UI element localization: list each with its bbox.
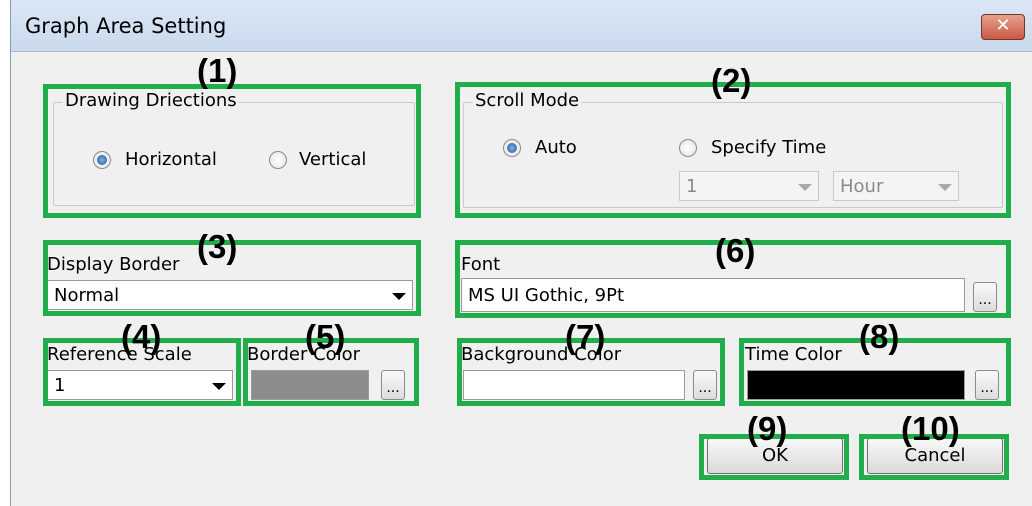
background-color-browse-button[interactable]: ... [693,370,717,400]
callout-number-2: (2) [711,62,752,99]
vertical-radio[interactable] [269,151,287,169]
close-icon: ✕ [995,15,1011,36]
display-border-select[interactable]: Normal [47,280,413,310]
horizontal-label[interactable]: Horizontal [125,149,217,170]
vertical-label[interactable]: Vertical [299,149,366,170]
display-border-value: Normal [54,285,120,306]
graph-area-setting-dialog: Graph Area Setting ✕ Drawing Driections … [10,0,1032,506]
font-browse-button[interactable]: ... [973,282,997,312]
horizontal-radio[interactable] [93,151,111,169]
font-field[interactable]: MS UI Gothic, 9Pt [461,278,965,312]
time-amount-select[interactable]: 1 [679,171,819,201]
reference-scale-value: 1 [54,375,66,396]
specify-time-label[interactable]: Specify Time [711,137,826,158]
auto-label[interactable]: Auto [535,137,577,158]
callout-number-1: (1) [197,52,238,89]
drawing-directions-label: Drawing Driections [63,90,239,111]
callout-number-8: (8) [859,318,900,355]
border-color-swatch [251,370,369,400]
chevron-down-icon [938,184,952,191]
background-color-swatch [463,370,685,400]
scroll-mode-label: Scroll Mode [473,90,582,111]
close-button[interactable]: ✕ [981,14,1025,40]
time-color-swatch [747,370,965,400]
reference-scale-select[interactable]: 1 [47,370,233,400]
auto-radio[interactable] [503,139,521,157]
callout-number-9: (9) [747,410,788,447]
callout-number-7: (7) [565,318,606,355]
border-color-browse-button[interactable]: ... [381,370,405,400]
display-border-label: Display Border [47,254,180,275]
time-color-label: Time Color [745,344,842,365]
reference-scale-label: Reference Scale [47,344,192,365]
time-color-browse-button[interactable]: ... [975,370,999,400]
chevron-down-icon [212,383,226,390]
callout-number-3: (3) [197,228,238,265]
callout-number-4: (4) [121,318,162,355]
callout-number-5: (5) [305,318,346,355]
time-amount-value: 1 [686,176,698,197]
callout-number-6: (6) [715,232,756,269]
callout-number-10: (10) [901,410,960,447]
time-unit-select[interactable]: Hour [833,171,959,201]
specify-time-radio[interactable] [679,139,697,157]
chevron-down-icon [798,184,812,191]
time-unit-value: Hour [840,176,884,197]
title-bar: Graph Area Setting ✕ [11,0,1032,52]
font-label: Font [461,254,501,275]
chevron-down-icon [392,293,406,300]
font-value: MS UI Gothic, 9Pt [468,285,625,306]
window-title: Graph Area Setting [25,14,227,38]
